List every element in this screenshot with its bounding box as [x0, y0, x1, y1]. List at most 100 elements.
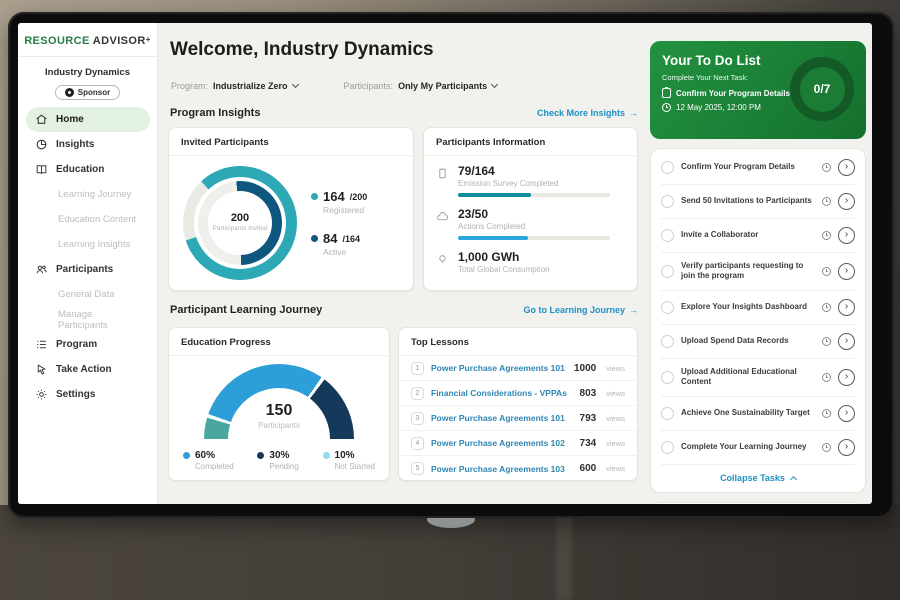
take-action-icon [35, 363, 48, 376]
task-open-button[interactable]: › [838, 369, 855, 386]
lesson-row: 1 Power Purchase Agreements 101 1000view… [399, 356, 637, 381]
metric-label: Emission Survey Completed [458, 179, 610, 188]
task-label: Complete Your Learning Journey [681, 442, 815, 452]
lesson-rank: 4 [411, 437, 424, 450]
sidebar-item-education[interactable]: Education [26, 157, 150, 182]
task-label: Invite a Collaborator [681, 230, 815, 240]
legend-item-registered: 164/200 Registered [311, 189, 367, 215]
task-label: Confirm Your Program Details [681, 162, 815, 172]
todo-task-list: Confirm Your Program Details › Send 50 I… [650, 148, 866, 493]
consumption-icon [436, 253, 449, 266]
sidebar-item-home[interactable]: Home [26, 107, 150, 132]
task-checkbox[interactable] [661, 161, 674, 174]
task-row[interactable]: Send 50 Invitations to Participants › [661, 185, 855, 219]
sidebar-item-participants[interactable]: Participants [26, 257, 150, 282]
education-icon [35, 163, 48, 176]
lesson-link[interactable]: Power Purchase Agreements 102 [431, 438, 573, 448]
chevron-up-icon [790, 476, 797, 483]
recent-news-card: Recent News [650, 502, 866, 504]
lesson-link[interactable]: Financial Considerations - VPPAs [431, 388, 573, 398]
sidebar-item-label: Manage Participants [58, 309, 141, 331]
task-row[interactable]: Upload Additional Educational Content › [661, 359, 855, 397]
home-icon [35, 113, 48, 126]
actions-completed-row: 23/50 Actions Completed [436, 207, 625, 240]
sidebar-item-label: Education [56, 164, 104, 175]
task-checkbox[interactable] [661, 371, 674, 384]
program-dropdown[interactable]: Program: Industrialize Zero [171, 81, 298, 91]
legend-dot [323, 452, 330, 459]
todo-summary-card: Your To Do List Complete Your Next Task:… [650, 41, 866, 139]
sidebar-item-learning-insights[interactable]: Learning Insights [26, 232, 150, 257]
sidebar-item-settings[interactable]: Settings [26, 382, 150, 407]
task-checkbox[interactable] [661, 335, 674, 348]
task-open-button[interactable]: › [838, 299, 855, 316]
check-more-insights-link[interactable]: Check More Insights → [170, 108, 638, 118]
participants-dropdown-label: Participants: [344, 81, 394, 91]
task-label: Send 50 Invitations to Participants [681, 196, 815, 206]
legend-label: Registered [323, 205, 367, 215]
task-open-button[interactable]: › [838, 159, 855, 176]
task-open-button[interactable]: › [838, 333, 855, 350]
logo-plus: + [146, 35, 151, 44]
lesson-rank: 1 [411, 362, 424, 375]
clock-icon [822, 163, 831, 172]
sidebar-item-general-data[interactable]: General Data [26, 282, 150, 307]
task-row[interactable]: Upload Spend Data Records › [661, 325, 855, 359]
task-row[interactable]: Confirm Your Program Details › [661, 151, 855, 185]
participants-dropdown[interactable]: Participants: Only My Participants [344, 81, 498, 91]
task-checkbox[interactable] [661, 301, 674, 314]
sidebar-item-label: Program [56, 339, 97, 350]
task-row[interactable]: Achieve One Sustainability Target › [661, 397, 855, 431]
go-to-learning-journey-link[interactable]: Go to Learning Journey→ [170, 305, 638, 315]
sidebar-nav: Home Insights Education Learning Journey [26, 107, 150, 407]
lesson-views: 793 [580, 413, 597, 424]
app-logo[interactable]: RESOURCE ADVISOR+ [18, 23, 157, 47]
sidebar-item-label: Education Content [58, 214, 136, 225]
task-open-button[interactable]: › [838, 263, 855, 280]
lesson-link[interactable]: Power Purchase Agreements 101 [431, 413, 573, 423]
task-row[interactable]: Invite a Collaborator › [661, 219, 855, 253]
task-checkbox[interactable] [661, 195, 674, 208]
legend-value: 60% [195, 450, 215, 461]
sidebar-item-label: Learning Insights [58, 239, 130, 250]
sidebar-item-education-content[interactable]: Education Content [26, 207, 150, 232]
link-label: Check More Insights [537, 108, 625, 118]
legend-label: Not Started [335, 462, 375, 471]
arrow-right-icon: → [629, 108, 638, 118]
task-open-button[interactable]: › [838, 227, 855, 244]
todo-next-task: Confirm Your Program Details [676, 89, 790, 98]
clipboard-icon [662, 88, 671, 98]
task-checkbox[interactable] [661, 407, 674, 420]
gauge-center-label: Participants [204, 421, 354, 430]
sidebar-item-learning-journey[interactable]: Learning Journey [26, 182, 150, 207]
sidebar-item-program[interactable]: Program [26, 332, 150, 357]
sidebar-item-manage-participants[interactable]: Manage Participants [26, 307, 150, 332]
task-label: Achieve One Sustainability Target [681, 408, 815, 418]
participants-information-card: Participants Information 79/164 Emission… [423, 127, 638, 291]
clock-icon [822, 303, 831, 312]
background-highlight [556, 505, 572, 600]
task-row[interactable]: Complete Your Learning Journey › [661, 431, 855, 465]
sidebar-item-insights[interactable]: Insights [26, 132, 150, 157]
lesson-row: 4 Power Purchase Agreements 102 734views [399, 431, 637, 456]
task-row[interactable]: Explore Your Insights Dashboard › [661, 291, 855, 325]
sidebar-item-take-action[interactable]: Take Action [26, 357, 150, 382]
lesson-views: 1000 [574, 363, 596, 374]
progress-bar-fill [458, 236, 528, 240]
task-checkbox[interactable] [661, 229, 674, 242]
lesson-link[interactable]: Power Purchase Agreements 101 [431, 363, 567, 373]
collapse-tasks-link[interactable]: Collapse Tasks [661, 465, 855, 490]
lesson-link[interactable]: Power Purchase Agreements 103 [431, 464, 573, 474]
sponsor-badge[interactable]: Sponsor [55, 85, 120, 100]
task-row[interactable]: Verify participants requesting to join t… [661, 253, 855, 291]
metric-value: 23/50 [458, 207, 610, 221]
task-open-button[interactable]: › [838, 193, 855, 210]
task-checkbox[interactable] [661, 441, 674, 454]
todo-progress-ring: 0/7 [790, 57, 854, 121]
task-open-button[interactable]: › [838, 439, 855, 456]
filter-bar: Program: Industrialize Zero Participants… [171, 81, 497, 91]
task-checkbox[interactable] [661, 265, 674, 278]
emission-survey-row: 79/164 Emission Survey Completed [436, 164, 625, 197]
task-open-button[interactable]: › [838, 405, 855, 422]
donut-legend: 164/200 Registered 84/164 Active [311, 189, 367, 257]
